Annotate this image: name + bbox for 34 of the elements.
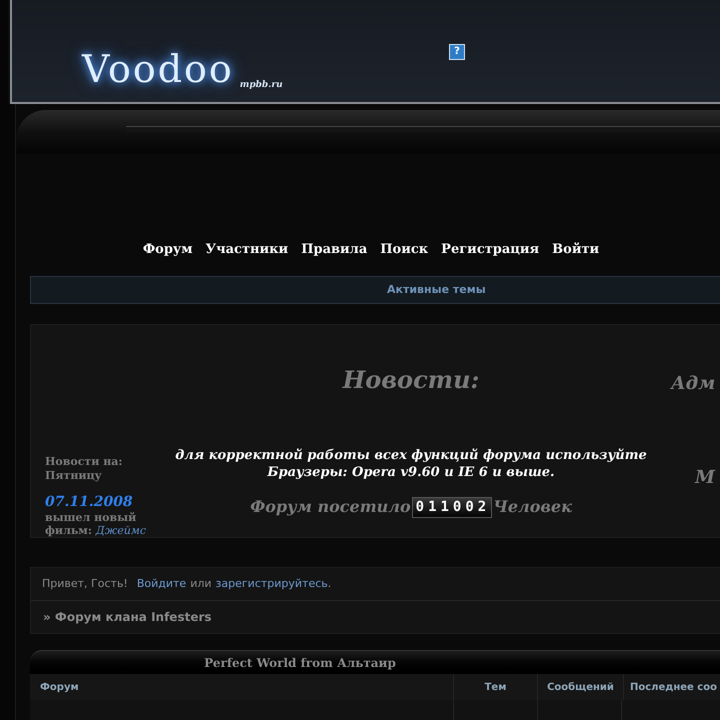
nav-link[interactable]: Правила bbox=[301, 240, 368, 260]
active-topics-link[interactable]: Активные темы bbox=[387, 282, 486, 298]
login-link[interactable]: Войдите bbox=[136, 576, 186, 593]
news-text: фильм: Джеймс bbox=[45, 525, 148, 538]
period-text: . bbox=[328, 576, 332, 592]
visitor-label: Форум посетило bbox=[250, 496, 411, 518]
category-title: Perfect World from Альтаир bbox=[204, 654, 396, 672]
or-text: или bbox=[190, 576, 212, 592]
column-header[interactable]: Последнее соо bbox=[630, 680, 717, 694]
side-heading: М bbox=[695, 466, 716, 490]
site-domain: mpbb.ru bbox=[240, 78, 283, 92]
visitor-counter: 011002 bbox=[412, 496, 492, 518]
column-header[interactable]: Форум bbox=[40, 680, 79, 694]
visitor-unit: Человек bbox=[493, 496, 572, 518]
notice-text: для корректной работы всех функций форума используйте Браузеры: Opera v9.60 и IE 6 и выше. bbox=[175, 447, 647, 482]
news-link[interactable]: Джеймс bbox=[96, 524, 146, 538]
news-text: вышел новый bbox=[45, 511, 138, 526]
column-header[interactable]: Тем bbox=[484, 680, 506, 694]
side-heading: Адм bbox=[671, 372, 716, 396]
column-header[interactable]: Сообщений bbox=[547, 680, 614, 694]
nav-link[interactable]: Войти bbox=[552, 240, 600, 260]
greeting-text: Привет, Гость! bbox=[42, 576, 128, 592]
help-icon[interactable]: ? bbox=[449, 44, 465, 60]
news-title: Новости: bbox=[342, 365, 480, 396]
news-date-label: Новости на: bbox=[45, 455, 124, 470]
nav-link[interactable]: Участники bbox=[206, 240, 288, 260]
nav-link[interactable]: Регистрация bbox=[441, 240, 540, 260]
site-logo[interactable]: Voodoo bbox=[82, 50, 234, 88]
news-day: Пятницу bbox=[45, 469, 151, 484]
breadcrumb: » Форум клана Infesters bbox=[43, 609, 212, 626]
nav-link[interactable]: Форум bbox=[142, 240, 193, 260]
register-link[interactable]: зарегистрируйтесь bbox=[216, 576, 328, 593]
news-date: 07.11.2008 bbox=[45, 493, 134, 512]
nav-link[interactable]: Поиск bbox=[380, 240, 428, 260]
